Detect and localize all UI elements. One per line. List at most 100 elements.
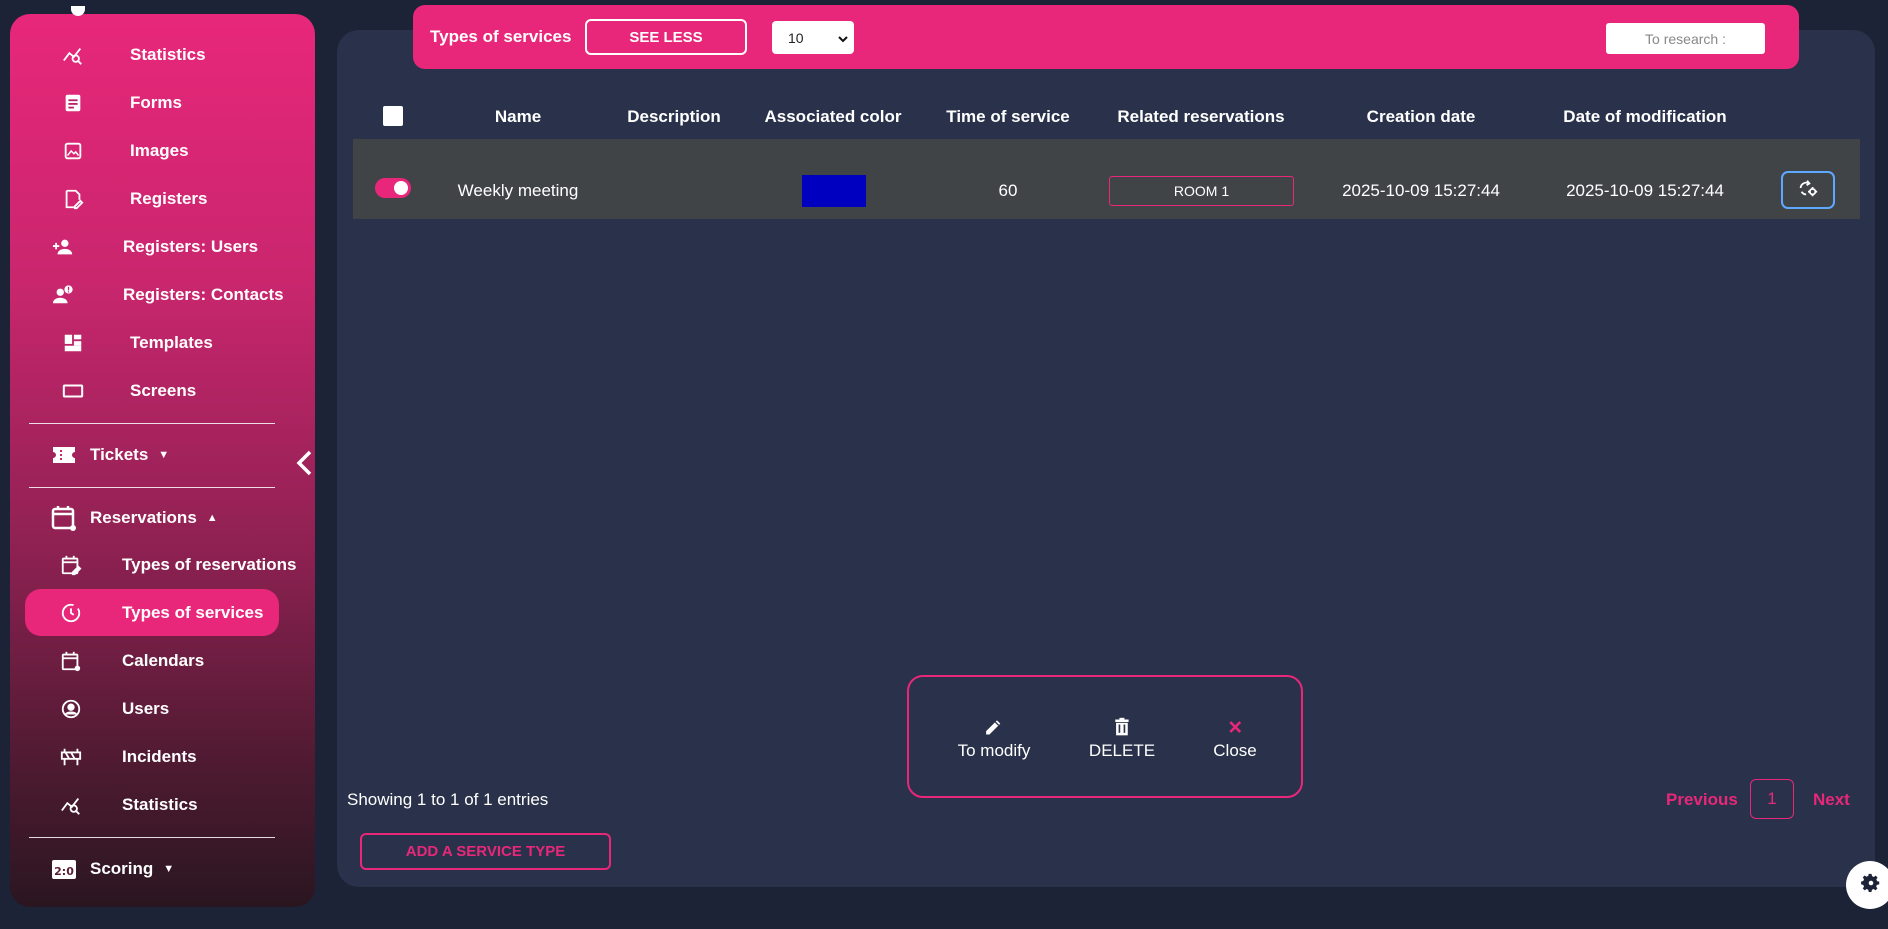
caret-up-icon: ▲ xyxy=(206,512,218,524)
sidebar-group-reservations[interactable]: Reservations ▲ xyxy=(50,498,218,538)
barrier-icon xyxy=(59,745,83,769)
search-input[interactable] xyxy=(1606,23,1765,54)
reservation-badge[interactable]: ROOM 1 xyxy=(1109,176,1294,206)
column-header-date-of-modification[interactable]: Date of modification xyxy=(1563,107,1726,127)
screens-icon xyxy=(61,379,85,403)
column-header-creation-date[interactable]: Creation date xyxy=(1367,107,1476,127)
delete-button[interactable]: DELETE xyxy=(1089,717,1155,761)
sidebar-item-label: Screens xyxy=(130,380,197,400)
pagination-page-1[interactable]: 1 xyxy=(1750,779,1794,819)
caret-down-icon: ▼ xyxy=(158,449,170,461)
sidebar-item-label: Forms xyxy=(130,92,182,112)
sync-settings-icon xyxy=(1797,177,1819,204)
user-circle-icon xyxy=(59,697,83,721)
modify-button[interactable]: To modify xyxy=(957,717,1031,761)
sidebar-item-label: Templates xyxy=(130,332,213,352)
sidebar-group-label: Scoring xyxy=(90,859,154,878)
collapse-sidebar-chevron-icon[interactable] xyxy=(292,448,316,478)
registers-icon xyxy=(61,187,85,211)
settings-button[interactable] xyxy=(1846,861,1888,909)
page-size-value: 10 xyxy=(788,29,804,46)
statistics-icon xyxy=(59,793,83,817)
pagination-next[interactable]: Next xyxy=(1813,790,1850,810)
sidebar-item-label: Statistics xyxy=(130,44,206,64)
column-header-name[interactable]: Name xyxy=(495,107,541,127)
close-icon xyxy=(1229,721,1241,733)
calendar-icon xyxy=(59,649,83,673)
sidebar-group-scoring[interactable]: 2:0 Scoring ▼ xyxy=(50,849,174,889)
sidebar-item-calendars[interactable]: Calendars xyxy=(25,637,279,684)
close-label: Close xyxy=(1213,741,1257,760)
sidebar-item-templates[interactable]: Templates xyxy=(25,319,279,366)
sidebar-item-reservation-statistics[interactable]: Statistics xyxy=(25,781,279,828)
close-button[interactable]: Close xyxy=(1213,717,1257,761)
sidebar-divider xyxy=(29,487,275,488)
page-title: Types of services xyxy=(430,27,572,46)
row-actions-button[interactable] xyxy=(1781,171,1835,209)
sidebar-group-tickets[interactable]: Tickets ▼ xyxy=(50,435,169,475)
statistics-icon xyxy=(61,43,85,67)
delete-label: DELETE xyxy=(1088,741,1156,760)
column-header-time-of-service[interactable]: Time of service xyxy=(946,107,1069,127)
sidebar-divider xyxy=(29,837,275,838)
sidebar-item-label: Incidents xyxy=(122,746,197,766)
chevron-down-icon xyxy=(838,31,848,47)
see-less-button[interactable]: SEE LESS xyxy=(585,19,747,55)
sidebar-item-label: Types of services xyxy=(122,602,264,622)
row-action-popup: To modify DELETE Close xyxy=(907,675,1303,798)
page-size-select[interactable]: 10 xyxy=(772,21,854,54)
clock-icon xyxy=(59,601,83,625)
sidebar-group-label: Tickets xyxy=(90,445,149,464)
sidebar-item-images[interactable]: Images xyxy=(25,127,279,174)
calendar-icon xyxy=(50,504,78,532)
add-service-type-button[interactable]: ADD A SERVICE TYPE xyxy=(360,833,611,870)
entries-info: Showing 1 to 1 of 1 entries xyxy=(347,790,549,809)
cell-creation-date: 2025-10-09 15:27:44 xyxy=(1342,181,1500,200)
svg-text:2:0: 2:0 xyxy=(54,865,74,878)
sidebar-item-statistics[interactable]: Statistics xyxy=(25,31,279,78)
cell-modification-date: 2025-10-09 15:27:44 xyxy=(1566,181,1724,200)
table-toolbar: Types of services SEE LESS 10 xyxy=(413,5,1799,69)
modify-label: To modify xyxy=(957,741,1031,760)
sidebar-item-screens[interactable]: Screens xyxy=(25,367,279,414)
sidebar-item-users[interactable]: Users xyxy=(25,685,279,732)
ticket-icon xyxy=(50,441,78,469)
enabled-toggle[interactable] xyxy=(375,178,411,198)
pagination-previous[interactable]: Previous xyxy=(1666,790,1738,810)
caret-down-icon: ▼ xyxy=(163,863,175,875)
pencil-icon xyxy=(986,720,1001,735)
sidebar-item-label: Users xyxy=(122,698,170,718)
sidebar-item-forms[interactable]: Forms xyxy=(25,79,279,126)
toggle-knob xyxy=(394,181,408,195)
sidebar-item-label: Calendars xyxy=(122,650,205,670)
color-swatch xyxy=(802,175,866,207)
sidebar-item-label: Registers: Contacts xyxy=(123,284,284,304)
images-icon xyxy=(61,139,85,163)
cell-name: Weekly meeting xyxy=(457,181,579,200)
sidebar-item-registers-users[interactable]: Registers: Users xyxy=(25,223,279,270)
sidebar-item-registers[interactable]: Registers xyxy=(25,175,279,222)
sidebar-item-types-of-services[interactable]: Types of services xyxy=(25,589,279,636)
sidebar-divider xyxy=(29,423,275,424)
gear-icon xyxy=(1860,872,1882,899)
sidebar-item-registers-contacts[interactable]: Registers: Contacts xyxy=(25,271,284,318)
column-header-associated-color[interactable]: Associated color xyxy=(765,107,902,127)
add-user-icon xyxy=(51,235,75,259)
sidebar-item-label: Registers: Users xyxy=(123,236,259,256)
cell-time-of-service: 60 xyxy=(998,181,1018,200)
sidebar-group-label: Reservations xyxy=(90,508,197,527)
column-header-related-reservations[interactable]: Related reservations xyxy=(1117,107,1284,127)
column-header-description[interactable]: Description xyxy=(627,107,721,127)
select-all-checkbox[interactable] xyxy=(383,106,403,126)
trash-icon xyxy=(1115,717,1129,736)
sidebar-item-label: Types of reservations xyxy=(122,554,297,574)
sidebar-item-types-of-reservations[interactable]: Types of reservations xyxy=(25,541,296,588)
forms-icon xyxy=(61,91,85,115)
calendar-edit-icon xyxy=(59,553,83,577)
templates-icon xyxy=(61,331,85,355)
table-row[interactable] xyxy=(353,139,1860,219)
contacts-icon xyxy=(51,283,75,307)
sidebar-item-label: Statistics xyxy=(122,794,198,814)
sidebar-item-label: Images xyxy=(130,140,189,160)
sidebar-item-incidents[interactable]: Incidents xyxy=(25,733,279,780)
